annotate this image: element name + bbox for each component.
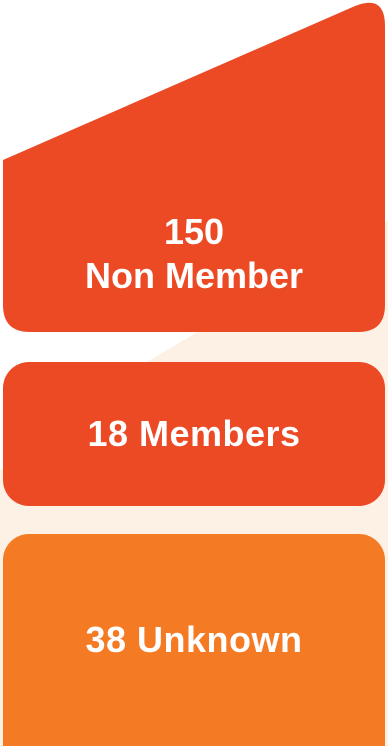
non-member-label: Non Member bbox=[84, 255, 304, 296]
non-member-card: 150 Non Member bbox=[3, 210, 385, 298]
members-card: 18 Members bbox=[3, 362, 385, 506]
member-funnel-graphic: 150 Non Member 18 Members 38 Unknown bbox=[0, 0, 388, 746]
non-member-count: 150 bbox=[163, 211, 225, 252]
unknown-label: 38 Unknown bbox=[85, 619, 303, 660]
members-label: 18 Members bbox=[87, 413, 301, 454]
unknown-card: 38 Unknown bbox=[3, 534, 385, 746]
